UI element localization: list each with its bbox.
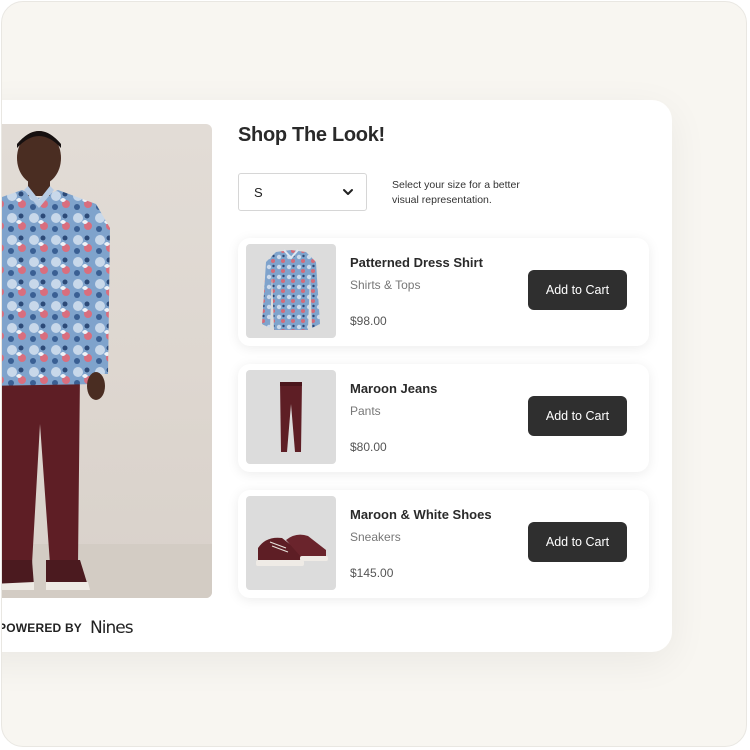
product-price: $98.00	[350, 314, 387, 328]
powered-by-label: POWERED BY	[1, 621, 83, 635]
product-name: Maroon & White Shoes	[350, 507, 492, 522]
shop-the-look-widget: Shop The Look! S Select your size for a …	[1, 100, 672, 652]
product-category: Shirts & Tops	[350, 278, 421, 292]
product-card: Maroon Jeans Pants $80.00 Add to Cart	[238, 364, 649, 472]
powered-by-footer: POWERED BY Nines	[1, 618, 134, 638]
add-to-cart-button[interactable]: Add to Cart	[528, 396, 627, 436]
product-card: Maroon & White Shoes Sneakers $145.00 Ad…	[238, 490, 649, 598]
brand-logo[interactable]: Nines	[90, 618, 134, 638]
product-image-shoes	[246, 496, 336, 590]
size-select-value: S	[254, 185, 263, 200]
product-name: Maroon Jeans	[350, 381, 438, 396]
add-to-cart-button[interactable]: Add to Cart	[528, 522, 627, 562]
product-name: Patterned Dress Shirt	[350, 255, 483, 270]
product-category: Sneakers	[350, 530, 401, 544]
product-card: Patterned Dress Shirt Shirts & Tops $98.…	[238, 238, 649, 346]
widget-title: Shop The Look!	[238, 124, 385, 146]
product-price: $145.00	[350, 566, 394, 580]
product-image-jeans	[246, 370, 336, 464]
add-to-cart-button[interactable]: Add to Cart	[528, 270, 627, 310]
size-select[interactable]: S	[238, 173, 367, 211]
chevron-down-icon	[343, 189, 353, 195]
product-price: $80.00	[350, 440, 387, 454]
size-hint: Select your size for a better visual rep…	[392, 179, 520, 206]
product-category: Pants	[350, 404, 381, 418]
model-photo	[2, 124, 212, 598]
page-background: Shop The Look! S Select your size for a …	[1, 1, 747, 747]
product-image-shirt	[246, 244, 336, 338]
